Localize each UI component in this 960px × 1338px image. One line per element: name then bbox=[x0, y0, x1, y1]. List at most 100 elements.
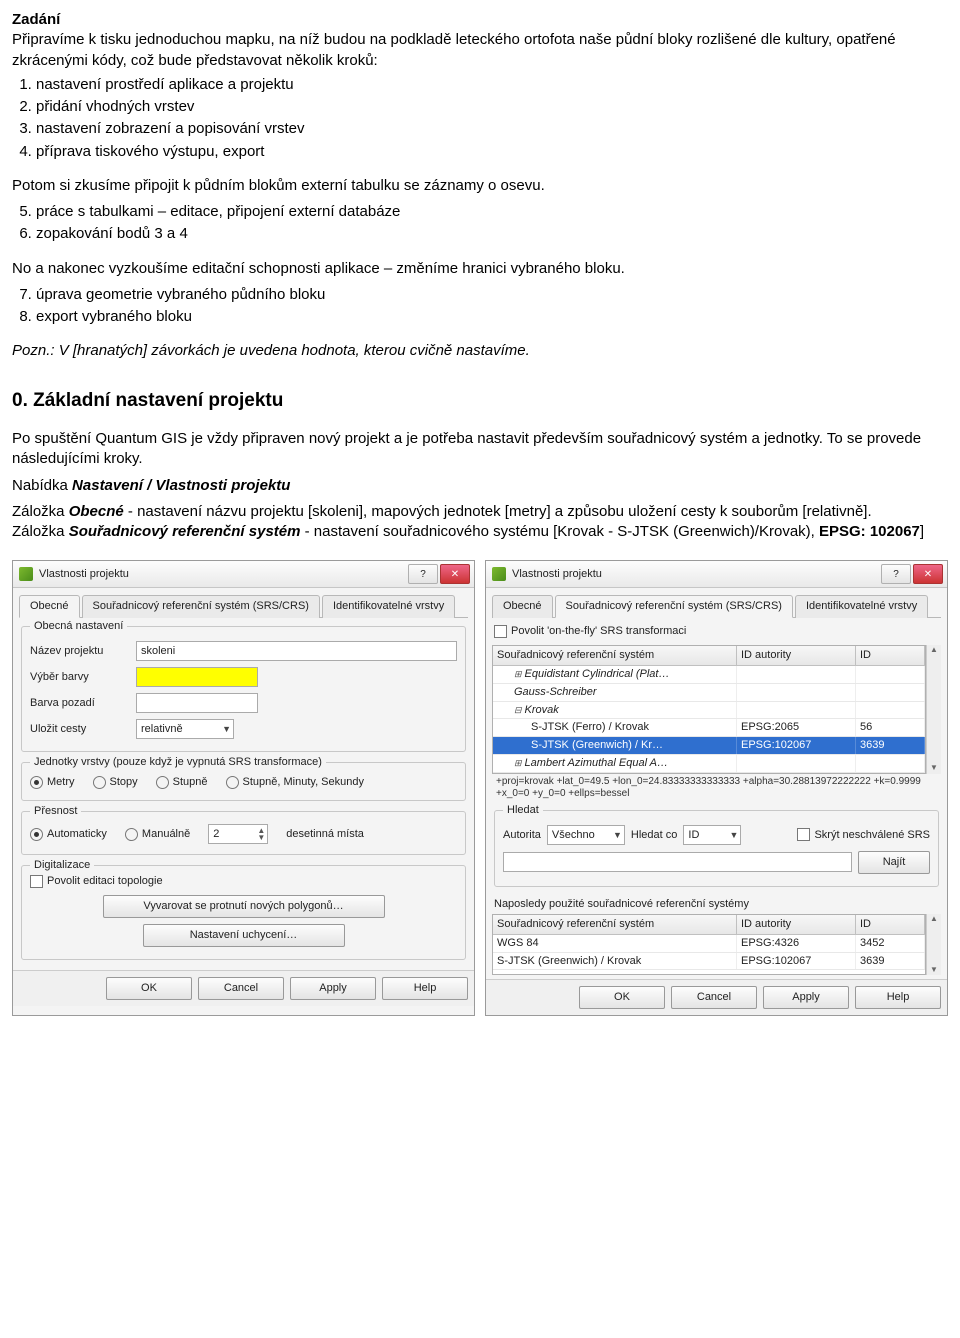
recent-table: Souřadnicový referenční systém ID autori… bbox=[492, 914, 941, 976]
tree-row[interactable]: ⊞ Equidistant Cylindrical (Plat… bbox=[493, 666, 925, 684]
expand-icon[interactable]: ⊞ bbox=[514, 668, 522, 680]
lbl-hledat-co: Hledat co bbox=[631, 828, 677, 843]
recent-row[interactable]: WGS 84EPSG:43263452 bbox=[493, 935, 925, 953]
steps-list-1: nastavení prostředí aplikace a projektu … bbox=[36, 75, 948, 162]
section-heading: 0. Základní nastavení projektu bbox=[12, 388, 948, 414]
btn-snapping[interactable]: Nastavení uchycení… bbox=[143, 924, 345, 947]
chk-on-the-fly[interactable]: Povolit 'on-the-fly' SRS transformaci bbox=[494, 624, 939, 639]
th-crs[interactable]: Souřadnicový referenční systém bbox=[493, 646, 737, 665]
chevron-down-icon: ▼ bbox=[729, 829, 738, 841]
doc-section: Zadání Připravíme k tisku jednoduchou ma… bbox=[12, 10, 948, 542]
step-2: přidání vhodných vrstev bbox=[36, 97, 948, 117]
group-digit-title: Digitalizace bbox=[30, 858, 94, 873]
step-1: nastavení prostředí aplikace a projektu bbox=[36, 75, 948, 95]
btn-cancel[interactable]: Cancel bbox=[671, 986, 757, 1009]
chk-hide-unapproved[interactable]: Skrýt neschválené SRS bbox=[797, 828, 930, 843]
intro-text: Připravíme k tisku jednoduchou mapku, na… bbox=[12, 31, 896, 68]
combo-autorita[interactable]: Všechno▼ bbox=[547, 825, 625, 845]
btn-apply[interactable]: Apply bbox=[290, 977, 376, 1000]
window-title: Vlastnosti projektu bbox=[39, 567, 408, 582]
para-3: No a nakonec vyzkoušíme editační schopno… bbox=[12, 259, 948, 279]
group-general: Obecná nastavení Název projektu skoleni … bbox=[21, 626, 466, 752]
tabs: Obecné Souřadnicový referenční systém (S… bbox=[19, 594, 468, 618]
btn-avoid-intersection[interactable]: Vyvarovat se protnutí nových polygonů… bbox=[103, 895, 385, 918]
radio-stopy[interactable]: Stopy bbox=[93, 775, 138, 790]
input-project-name[interactable]: skoleni bbox=[136, 641, 457, 661]
proj-string: +proj=krovak +lat_0=49.5 +lon_0=24.83333… bbox=[492, 774, 941, 802]
qgis-icon bbox=[19, 567, 33, 581]
tab-identify[interactable]: Identifikovatelné vrstvy bbox=[795, 595, 928, 618]
btn-help[interactable]: Help bbox=[382, 977, 468, 1000]
btn-find[interactable]: Najít bbox=[858, 851, 930, 874]
combo-hledat-co[interactable]: ID▼ bbox=[683, 825, 741, 845]
dialog-srs: Vlastnosti projektu ? ✕ Obecné Souřadnic… bbox=[485, 560, 948, 1016]
close-winbutton[interactable]: ✕ bbox=[913, 564, 943, 584]
middle-para: Potom si zkusíme připojit k půdním bloků… bbox=[12, 176, 948, 196]
th-id[interactable]: ID bbox=[856, 646, 925, 665]
radio-metry[interactable]: Metry bbox=[30, 775, 75, 790]
close-winbutton[interactable]: ✕ bbox=[440, 564, 470, 584]
collapse-icon[interactable]: ⊟ bbox=[514, 704, 522, 716]
spin-decimal[interactable]: 2▲▼ bbox=[208, 824, 268, 844]
note: Pozn.: V [hranatých] závorkách je uveden… bbox=[12, 341, 948, 361]
radio-dms[interactable]: Stupně, Minuty, Sekundy bbox=[226, 775, 364, 790]
tree-row[interactable]: S-JTSK (Ferro) / KrovakEPSG:206556 bbox=[493, 719, 925, 737]
tab-srs[interactable]: Souřadnicový referenční systém (SRS/CRS) bbox=[555, 595, 793, 618]
step-6: zopakování bodů 3 a 4 bbox=[36, 224, 948, 244]
tabs: Obecné Souřadnicový referenční systém (S… bbox=[492, 594, 941, 618]
group-units-title: Jednotky vrstvy (pouze když je vypnutá S… bbox=[30, 755, 326, 770]
lbl-recent: Naposledy použité souřadnicové referenčn… bbox=[494, 897, 939, 912]
combo-save-paths[interactable]: relativně▼ bbox=[136, 719, 234, 739]
lbl-project-name: Název projektu bbox=[30, 644, 130, 659]
group-search-title: Hledat bbox=[503, 803, 543, 818]
radio-auto[interactable]: Automaticky bbox=[30, 827, 107, 842]
step-3: nastavení zobrazení a popisování vrstev bbox=[36, 119, 948, 139]
step-8: export vybraného bloku bbox=[36, 307, 948, 327]
obecne-line: Záložka Obecné - nastavení názvu projekt… bbox=[12, 502, 948, 543]
btn-selection-color[interactable] bbox=[136, 667, 258, 687]
btn-bg-color[interactable] bbox=[136, 693, 258, 713]
th-id[interactable]: ID bbox=[856, 915, 925, 934]
scrollbar[interactable]: ▲▼ bbox=[926, 645, 941, 774]
step-5: práce s tabulkami – editace, připojení e… bbox=[36, 202, 948, 222]
chevron-down-icon: ▼ bbox=[222, 723, 231, 735]
lbl-save-paths: Uložit cesty bbox=[30, 722, 130, 737]
steps-list-3: úprava geometrie vybraného půdního bloku… bbox=[36, 285, 948, 328]
tab-identify[interactable]: Identifikovatelné vrstvy bbox=[322, 595, 455, 618]
tree-row[interactable]: Gauss-Schreiber bbox=[493, 684, 925, 702]
lbl-decimal-places: desetinná místa bbox=[286, 827, 364, 842]
btn-help[interactable]: Help bbox=[855, 986, 941, 1009]
heading-zadani: Zadání bbox=[12, 11, 60, 28]
scrollbar[interactable]: ▲▼ bbox=[926, 914, 941, 976]
btn-apply[interactable]: Apply bbox=[763, 986, 849, 1009]
tree-row[interactable]: ⊟ Krovak bbox=[493, 702, 925, 720]
group-units: Jednotky vrstvy (pouze když je vypnutá S… bbox=[21, 762, 466, 801]
btn-cancel[interactable]: Cancel bbox=[198, 977, 284, 1000]
btn-ok[interactable]: OK bbox=[579, 986, 665, 1009]
tree-row[interactable]: ⊞ Lambert Azimuthal Equal A… bbox=[493, 755, 925, 773]
tab-srs[interactable]: Souřadnicový referenční systém (SRS/CRS) bbox=[82, 595, 320, 618]
qgis-icon bbox=[492, 567, 506, 581]
recent-row[interactable]: S-JTSK (Greenwich) / KrovakEPSG:10206736… bbox=[493, 953, 925, 971]
step-7: úprava geometrie vybraného půdního bloku bbox=[36, 285, 948, 305]
window-title: Vlastnosti projektu bbox=[512, 567, 881, 582]
help-winbutton[interactable]: ? bbox=[881, 564, 911, 584]
radio-stupne[interactable]: Stupně bbox=[156, 775, 208, 790]
input-search[interactable] bbox=[503, 852, 852, 872]
chk-topology[interactable]: Povolit editaci topologie bbox=[30, 874, 457, 889]
dialog-general: Vlastnosti projektu ? ✕ Obecné Souřadnic… bbox=[12, 560, 475, 1016]
radio-manual[interactable]: Manuálně bbox=[125, 827, 190, 842]
btn-ok[interactable]: OK bbox=[106, 977, 192, 1000]
titlebar: Vlastnosti projektu ? ✕ bbox=[13, 561, 474, 588]
th-auth[interactable]: ID autority bbox=[737, 646, 856, 665]
tab-general[interactable]: Obecné bbox=[492, 595, 553, 618]
th-crs[interactable]: Souřadnicový referenční systém bbox=[493, 915, 737, 934]
tab-general[interactable]: Obecné bbox=[19, 595, 80, 618]
tree-row-selected[interactable]: S-JTSK (Greenwich) / Kr…EPSG:1020673639 bbox=[493, 737, 925, 755]
th-auth[interactable]: ID autority bbox=[737, 915, 856, 934]
steps-list-2: práce s tabulkami – editace, připojení e… bbox=[36, 202, 948, 245]
expand-icon[interactable]: ⊞ bbox=[514, 757, 522, 769]
buttonbar: OK Cancel Apply Help bbox=[13, 970, 474, 1006]
dialog-row: Vlastnosti projektu ? ✕ Obecné Souřadnic… bbox=[12, 560, 948, 1016]
help-winbutton[interactable]: ? bbox=[408, 564, 438, 584]
